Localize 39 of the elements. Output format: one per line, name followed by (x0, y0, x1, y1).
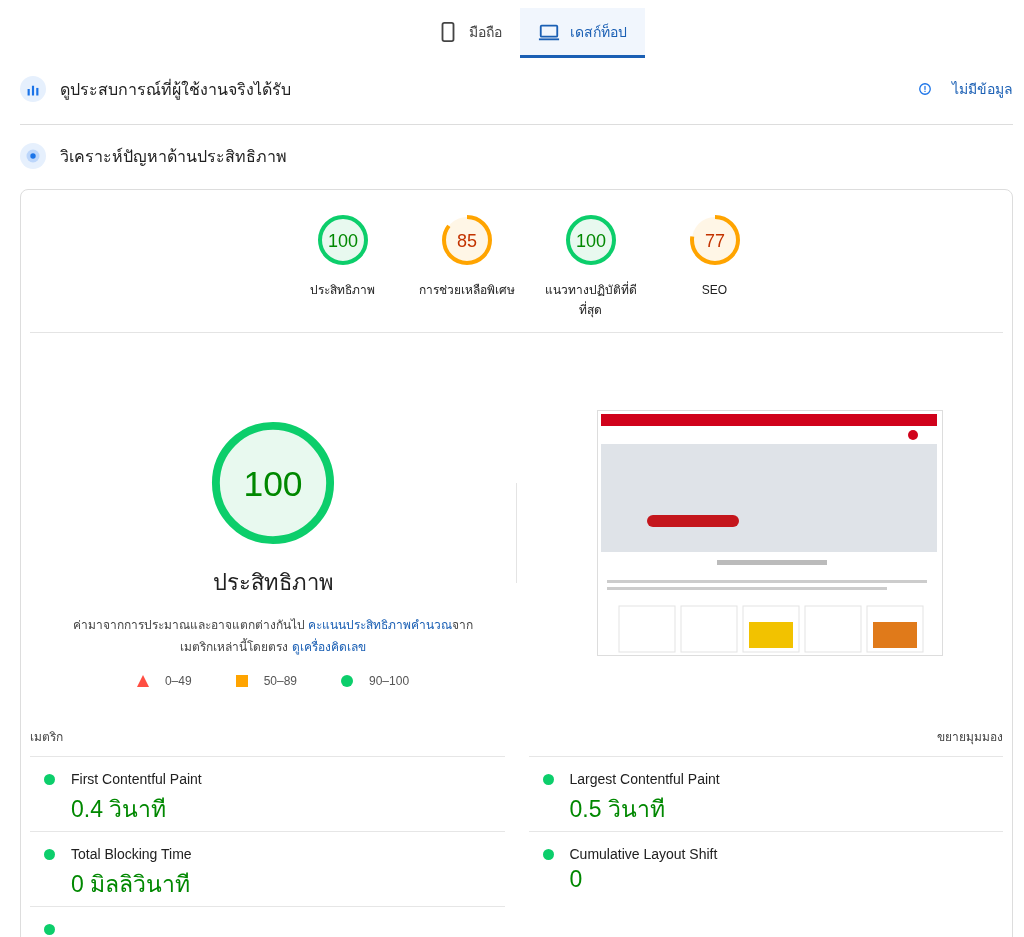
legend-range: 0–49 (164, 673, 192, 688)
score-value: 85 (456, 231, 477, 251)
square-icon (235, 674, 248, 687)
metric-name: Total Blocking Time (71, 846, 192, 862)
expand-view-link[interactable]: ขยายมุมมอง (937, 727, 1003, 746)
legend-range: 90–100 (369, 673, 410, 688)
score-value: 77 (704, 231, 725, 251)
category-label: การช่วยเหลือพิเศษ (418, 282, 515, 299)
target-icon (20, 143, 46, 169)
performance-title: ประสิทธิภาพ (212, 568, 334, 597)
category-label: SEO (701, 282, 728, 299)
calculator-link[interactable]: ดูเครื่องคิดเลข (291, 639, 366, 654)
score-value: 100 (327, 231, 358, 251)
note-text: เมตริกเหล่านี้โดยตรง (180, 639, 289, 654)
metric-value: 0.5 วินาที (569, 795, 666, 824)
metric-name: First Contentful Paint (71, 771, 202, 787)
chart-icon (20, 76, 46, 102)
metric-value: 0 (569, 866, 584, 893)
category-label: แนวทางปฏิบัติที่ดีที่สุด (543, 280, 638, 320)
metric-value: 0 มิลลิวินาที (71, 870, 192, 899)
triangle-icon (136, 674, 149, 687)
score-link[interactable]: คะแนนประสิทธิภาพคำนวณ (308, 617, 453, 632)
category-label: ประสิทธิภาพ (310, 282, 375, 299)
device-tab[interactable]: มือถือ (418, 8, 520, 58)
metrics-heading: เมตริก (30, 729, 63, 746)
metric-value: 0.4 วินาที (71, 795, 168, 824)
section-title: วิเคราะห์ปัญหาด้านประสิทธิภาพ (60, 146, 287, 168)
no-data-status: ไม่มีข้อมูล (952, 80, 1013, 100)
section-title: ดูประสบการณ์ที่ผู้ใช้งานจริงได้รับ (60, 78, 291, 102)
legend-range: 50–89 (263, 673, 297, 688)
score-value: 100 (243, 463, 303, 504)
score-value: 100 (575, 231, 606, 251)
circle-icon (341, 674, 353, 687)
metric-name: Largest Contentful Paint (569, 771, 720, 787)
device-tab[interactable]: เดสก์ท็อป (519, 8, 645, 58)
note-text: จาก (452, 617, 474, 632)
metric-name: Cumulative Layout Shift (569, 846, 718, 862)
info-icon (918, 82, 932, 96)
note-text: ค่ามาจากการประมาณและอาจแตกต่างกันไป (72, 617, 305, 632)
